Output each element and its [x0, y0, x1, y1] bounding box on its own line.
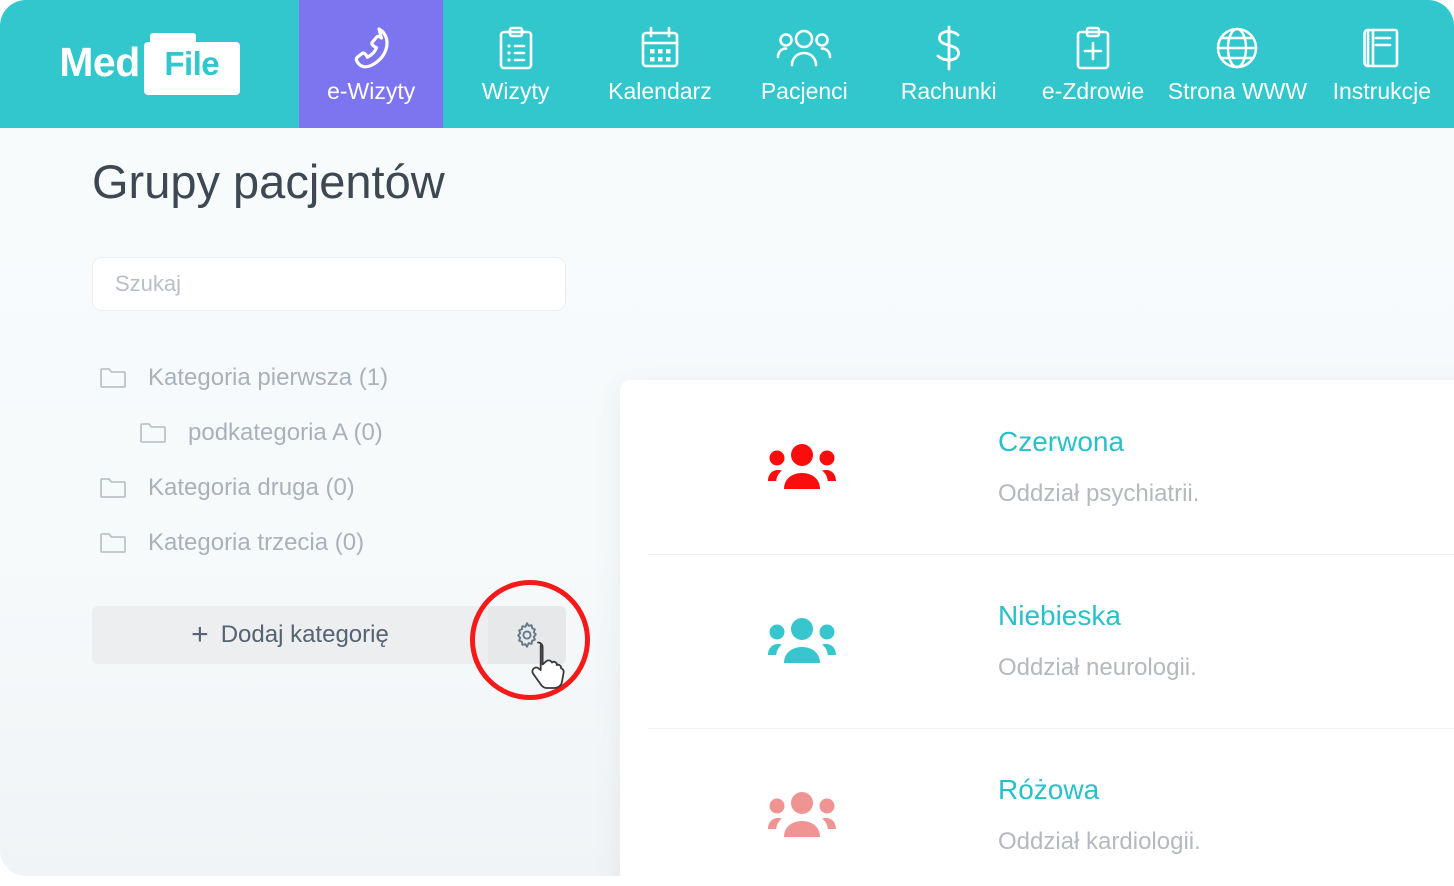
plus-icon: +: [191, 618, 209, 651]
tree-item-podkategoria-a[interactable]: podkategoria A (0): [92, 405, 572, 460]
nav-label: e-Wizyty: [327, 78, 416, 104]
group-description: Oddział psychiatrii.: [998, 480, 1200, 507]
group-row-rozowa[interactable]: Różowa Oddział kardiologii.: [620, 728, 1454, 876]
group-row-niebieska[interactable]: Niebieska Oddział neurologii.: [620, 554, 1454, 728]
app-frame: Med File e-Wizyty Wizyty Kalendarz Pacje…: [0, 0, 1454, 876]
folder-icon: [140, 422, 174, 443]
group-name: Różowa: [998, 774, 1100, 805]
tree-item-kategoria-druga[interactable]: Kategoria druga (0): [92, 460, 572, 515]
nav-item-pacjenci[interactable]: Pacjenci: [732, 0, 876, 128]
page-title: Grupy pacjentów: [92, 155, 445, 208]
tree-item-label: Kategoria trzecia (0): [148, 528, 365, 556]
nav-label: Wizyty: [481, 78, 550, 104]
calendar-icon: [639, 23, 681, 73]
nav-label: Kalendarz: [608, 78, 712, 104]
search-input[interactable]: [92, 257, 566, 311]
brand-name-med: Med: [59, 39, 140, 85]
phone-icon: [349, 23, 393, 73]
nav-item-wizyty[interactable]: Wizyty: [443, 0, 587, 128]
folder-icon: [100, 367, 134, 388]
group-name: Niebieska: [998, 600, 1121, 631]
globe-icon: [1214, 23, 1260, 73]
people-group-icon: [766, 439, 838, 495]
tree-item-label: Kategoria pierwsza (1): [148, 363, 389, 391]
nav-label: Instrukcje: [1332, 78, 1432, 104]
nav-item-strona-www[interactable]: Strona WWW: [1165, 0, 1309, 128]
content-area: Grupy pacjentów Kategoria pierwsza (1) p…: [0, 128, 1454, 876]
clipboard-list-icon: [497, 23, 535, 73]
nav-items: e-Wizyty Wizyty Kalendarz Pacjenci Rachu…: [299, 0, 1454, 128]
group-row-czerwona[interactable]: Czerwona Oddział psychiatrii.: [620, 380, 1454, 554]
tree-item-label: Kategoria druga (0): [148, 473, 355, 501]
nav-item-kalendarz[interactable]: Kalendarz: [588, 0, 732, 128]
tree-item-kategoria-pierwsza[interactable]: Kategoria pierwsza (1): [92, 350, 572, 405]
category-tree: Kategoria pierwsza (1) podkategoria A (0…: [92, 350, 572, 570]
nav-item-instrukcje[interactable]: Instrukcje: [1310, 0, 1454, 128]
folder-icon: [100, 477, 134, 498]
nav-label: Strona WWW: [1167, 78, 1308, 104]
nav-label: Rachunki: [900, 78, 997, 104]
patient-groups-card: Czerwona Oddział psychiatrii. Niebieska …: [620, 380, 1454, 876]
nav-item-ezdrowie[interactable]: e-Zdrowie: [1021, 0, 1165, 128]
people-group-icon: [766, 787, 838, 843]
nav-label: Pacjenci: [760, 78, 848, 104]
group-description: Oddział neurologii.: [998, 654, 1197, 681]
book-icon: [1361, 23, 1403, 73]
gear-icon: [512, 620, 542, 650]
dollar-icon: [932, 23, 966, 73]
people-group-icon: [766, 613, 838, 669]
nav-item-rachunki[interactable]: Rachunki: [877, 0, 1021, 128]
tree-item-kategoria-trzecia[interactable]: Kategoria trzecia (0): [92, 515, 572, 570]
tree-item-label: podkategoria A (0): [188, 418, 383, 446]
add-category-button[interactable]: + Dodaj kategorię: [92, 606, 488, 664]
folder-icon: [100, 532, 134, 553]
brand-name-file: File: [164, 45, 220, 82]
nav-label: e-Zdrowie: [1041, 78, 1145, 104]
people-group-icon: [776, 23, 832, 73]
group-description: Oddział kardiologii.: [998, 828, 1201, 855]
add-category-label: Dodaj kategorię: [220, 621, 389, 648]
nav-item-ewizyty[interactable]: e-Wizyty: [299, 0, 444, 128]
clipboard-plus-icon: [1074, 23, 1112, 73]
add-category-bar: + Dodaj kategorię: [92, 606, 566, 664]
brand-file-box-icon: File: [143, 33, 240, 95]
group-name: Czerwona: [998, 426, 1125, 457]
brand-logo[interactable]: Med File: [0, 0, 299, 128]
category-settings-button[interactable]: [488, 606, 566, 664]
top-navigation-bar: Med File e-Wizyty Wizyty Kalendarz Pacje…: [0, 0, 1454, 128]
